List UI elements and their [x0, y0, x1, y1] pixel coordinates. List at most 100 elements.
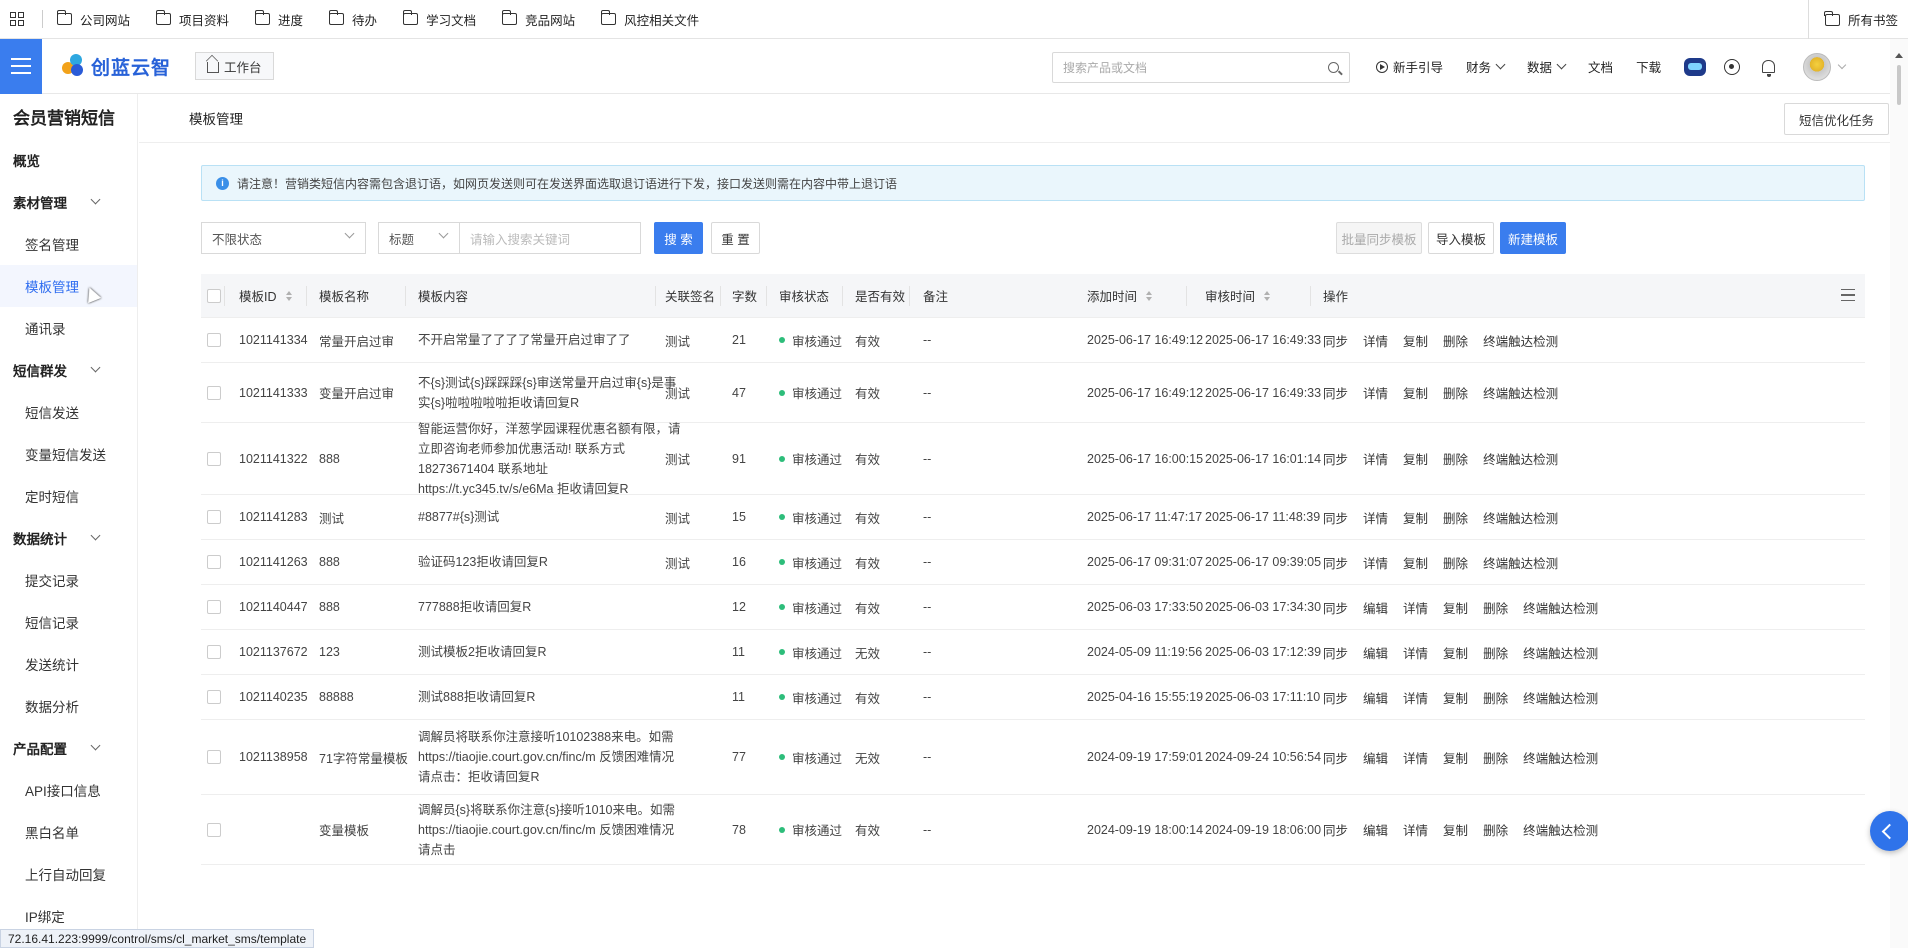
row-action-link[interactable]: 删除	[1483, 748, 1508, 767]
row-action-link[interactable]: 复制	[1443, 820, 1468, 839]
menu-toggle-button[interactable]	[0, 38, 42, 94]
search-button[interactable]: 搜 索	[654, 222, 703, 254]
workbench-button[interactable]: 工作台	[195, 52, 274, 80]
row-action-link[interactable]: 终端触达检测	[1523, 688, 1598, 707]
row-action-link[interactable]: 同步	[1323, 688, 1348, 707]
sidebar-item[interactable]: 提交记录	[0, 559, 137, 601]
column-header[interactable]: 模板ID	[239, 274, 292, 317]
bookmark-item[interactable]: 公司网站	[56, 10, 130, 29]
row-action-link[interactable]: 删除	[1483, 820, 1508, 839]
sidebar-item[interactable]: 短信记录	[0, 601, 137, 643]
sidebar-item[interactable]: 概览	[0, 139, 137, 181]
row-action-link[interactable]: 终端触达检测	[1483, 383, 1558, 402]
row-action-link[interactable]: 删除	[1443, 331, 1468, 350]
notification-bell-icon[interactable]	[1762, 60, 1776, 77]
sidebar-item[interactable]: 短信发送	[0, 391, 137, 433]
row-checkbox[interactable]	[207, 385, 221, 400]
row-action-link[interactable]: 同步	[1323, 820, 1348, 839]
row-action-link[interactable]: 复制	[1403, 383, 1428, 402]
row-action-link[interactable]: 编辑	[1363, 820, 1388, 839]
docs-link[interactable]: 文档	[1588, 57, 1613, 76]
sidebar-item[interactable]: 签名管理	[0, 223, 137, 265]
row-action-link[interactable]: 详情	[1363, 553, 1388, 572]
bookmark-item[interactable]: 学习文档	[402, 10, 476, 29]
user-avatar[interactable]	[1803, 52, 1832, 81]
bookmark-item[interactable]: 风控相关文件	[600, 10, 699, 29]
data-menu[interactable]: 数据	[1527, 57, 1567, 76]
row-checkbox[interactable]	[207, 750, 221, 764]
customer-service-icon[interactable]	[1724, 58, 1741, 75]
chevron-down-icon[interactable]	[1837, 60, 1847, 69]
bookmark-item[interactable]: 项目资料	[155, 10, 229, 29]
row-action-link[interactable]: 复制	[1443, 688, 1468, 707]
column-header[interactable]: 添加时间	[1087, 274, 1153, 317]
sort-icon[interactable]	[1264, 290, 1271, 301]
row-action-link[interactable]: 删除	[1483, 643, 1508, 662]
row-action-link[interactable]: 同步	[1323, 449, 1348, 468]
sidebar-item[interactable]: 变量短信发送	[0, 433, 137, 475]
row-action-link[interactable]: 复制	[1403, 508, 1428, 527]
sidebar-item[interactable]: 短信群发	[0, 349, 137, 391]
sms-optimize-task-button[interactable]: 短信优化任务	[1783, 103, 1889, 135]
bookmark-item[interactable]: 进度	[254, 10, 303, 29]
row-action-link[interactable]: 详情	[1403, 748, 1428, 767]
row-checkbox[interactable]	[207, 600, 221, 614]
create-template-button[interactable]: 新建模板	[1500, 222, 1566, 254]
row-action-link[interactable]: 终端触达检测	[1483, 449, 1558, 468]
row-checkbox[interactable]	[207, 690, 221, 704]
sidebar-item[interactable]: 数据统计	[0, 517, 137, 559]
sidebar-item[interactable]: 上行自动回复	[0, 853, 137, 895]
sidebar-item[interactable]: 数据分析	[0, 685, 137, 727]
row-action-link[interactable]: 终端触达检测	[1483, 331, 1558, 350]
select-all-checkbox[interactable]	[207, 288, 221, 303]
row-action-link[interactable]: 复制	[1443, 748, 1468, 767]
row-action-link[interactable]: 终端触达检测	[1523, 748, 1598, 767]
column-settings-icon[interactable]	[1841, 289, 1855, 301]
row-action-link[interactable]: 详情	[1403, 598, 1428, 617]
download-link[interactable]: 下载	[1636, 57, 1661, 76]
row-action-link[interactable]: 删除	[1443, 553, 1468, 572]
row-checkbox[interactable]	[207, 333, 221, 347]
row-action-link[interactable]: 同步	[1323, 508, 1348, 527]
row-action-link[interactable]: 详情	[1403, 643, 1428, 662]
row-checkbox[interactable]	[207, 555, 221, 569]
row-checkbox[interactable]	[207, 510, 221, 524]
row-action-link[interactable]: 同步	[1323, 598, 1348, 617]
sidebar-item[interactable]: 通讯录	[0, 307, 137, 349]
row-action-link[interactable]: 终端触达检测	[1523, 598, 1598, 617]
row-action-link[interactable]: 删除	[1483, 688, 1508, 707]
row-action-link[interactable]: 复制	[1403, 331, 1428, 350]
row-action-link[interactable]: 详情	[1403, 688, 1428, 707]
row-action-link[interactable]: 同步	[1323, 553, 1348, 572]
row-checkbox[interactable]	[207, 451, 221, 466]
keyword-input[interactable]: 请输入搜索关键词	[460, 222, 641, 254]
row-action-link[interactable]: 同步	[1323, 383, 1348, 402]
side-panel-toggle-button[interactable]	[1870, 811, 1908, 851]
sidebar-item[interactable]: 产品配置	[0, 727, 137, 769]
row-action-link[interactable]: 删除	[1483, 598, 1508, 617]
row-action-link[interactable]: 复制	[1403, 553, 1428, 572]
brand-logo[interactable]: 创蓝云智	[62, 53, 171, 80]
batch-sync-button[interactable]: 批量同步模板	[1336, 222, 1422, 254]
finance-menu[interactable]: 财务	[1466, 57, 1506, 76]
sidebar-item[interactable]: 发送统计	[0, 643, 137, 685]
sidebar-item[interactable]: 模板管理	[0, 265, 137, 307]
status-select[interactable]: 不限状态	[201, 222, 366, 254]
row-action-link[interactable]: 编辑	[1363, 598, 1388, 617]
row-checkbox[interactable]	[207, 822, 221, 837]
reset-button[interactable]: 重 置	[711, 222, 760, 254]
row-action-link[interactable]: 终端触达检测	[1523, 643, 1598, 662]
guide-link[interactable]: 新手引导	[1376, 57, 1443, 76]
row-action-link[interactable]: 编辑	[1363, 748, 1388, 767]
row-action-link[interactable]: 同步	[1323, 331, 1348, 350]
doc-search-input[interactable]: 搜索产品或文档	[1052, 52, 1350, 83]
row-action-link[interactable]: 编辑	[1363, 688, 1388, 707]
search-field-select[interactable]: 标题	[378, 222, 460, 254]
row-action-link[interactable]: 终端触达检测	[1483, 553, 1558, 572]
row-action-link[interactable]: 复制	[1443, 598, 1468, 617]
robot-assistant-icon[interactable]	[1684, 57, 1707, 76]
row-checkbox[interactable]	[207, 645, 221, 659]
column-header[interactable]: 审核时间	[1205, 274, 1271, 317]
row-action-link[interactable]: 同步	[1323, 643, 1348, 662]
bookmark-item[interactable]: 竞品网站	[501, 10, 575, 29]
